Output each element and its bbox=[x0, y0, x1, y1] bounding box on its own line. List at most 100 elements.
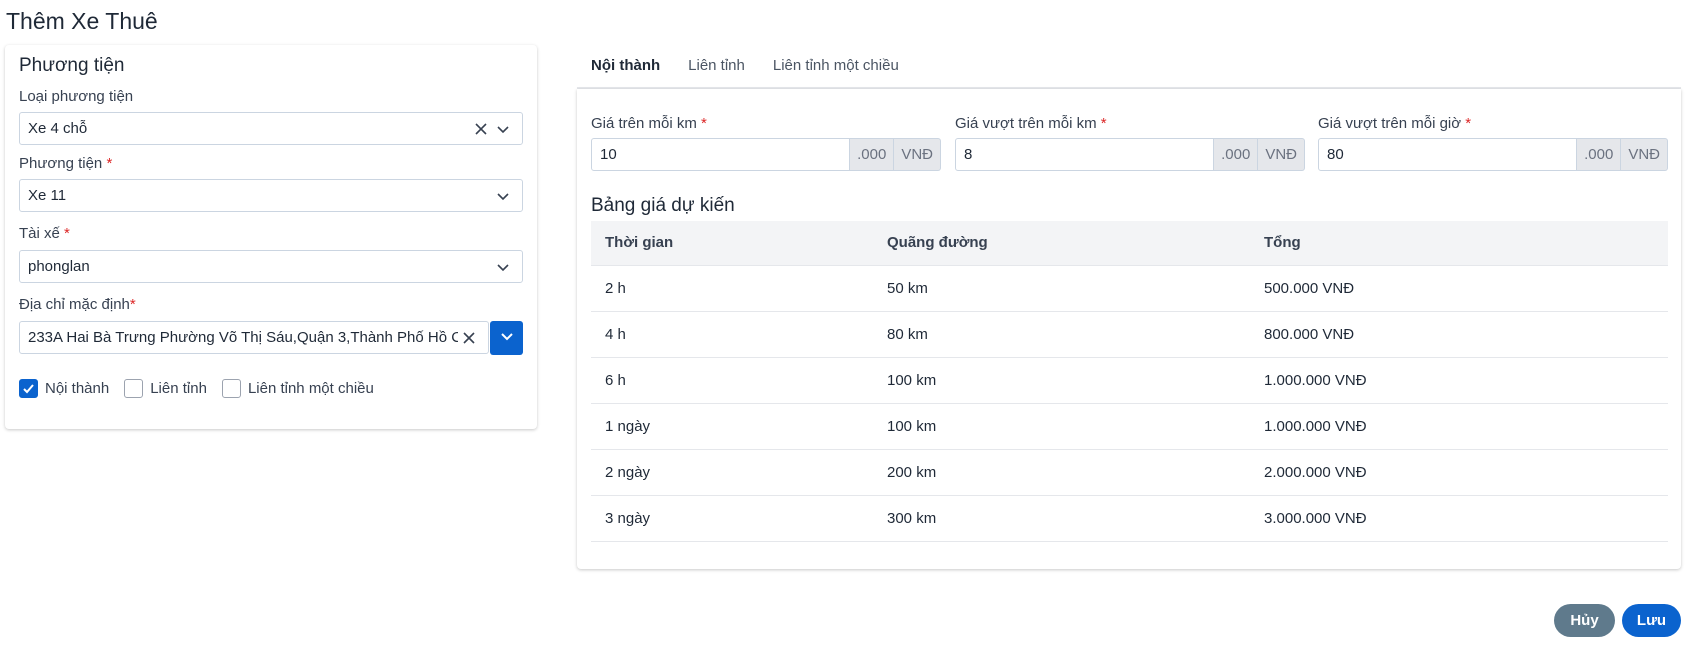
over-price-per-km-label: Giá vượt trên mỗi km * bbox=[955, 115, 1305, 132]
option-lien-tinh[interactable]: Liên tỉnh bbox=[124, 379, 207, 398]
tab-lien-tinh-mot-chieu[interactable]: Liên tỉnh một chiều bbox=[759, 46, 913, 89]
over-price-per-km-input[interactable]: 8 bbox=[955, 138, 1215, 171]
tab-bar: Nội thành Liên tỉnh Liên tỉnh một chiều bbox=[577, 46, 1681, 91]
address-label-text: Địa chỉ mặc định bbox=[19, 296, 130, 313]
over-price-per-km-input-row: 8 .000 VNĐ bbox=[955, 138, 1305, 171]
cancel-button[interactable]: Hủy bbox=[1554, 604, 1615, 637]
table-row: 6 h 100 km 1.000.000 VNĐ bbox=[591, 357, 1668, 404]
driver-label: Tài xế * bbox=[19, 225, 70, 242]
cell-time: 4 h bbox=[591, 311, 873, 358]
tab-noi-thanh[interactable]: Nội thành bbox=[577, 46, 675, 91]
tab-lien-tinh[interactable]: Liên tỉnh bbox=[674, 46, 759, 89]
address-value: 233A Hai Bà Trưng Phường Võ Thị Sáu,Quận… bbox=[28, 329, 458, 346]
table-header-row: Thời gian Quãng đường Tổng bbox=[591, 221, 1668, 266]
cell-time: 1 ngày bbox=[591, 403, 873, 450]
service-options: Nội thành Liên tỉnh Liên tỉnh một chiều bbox=[19, 379, 389, 398]
cell-distance: 300 km bbox=[873, 495, 1250, 542]
cell-total: 3.000.000 VNĐ bbox=[1250, 495, 1668, 542]
over-price-per-hour-label: Giá vượt trên mỗi giờ * bbox=[1318, 115, 1668, 132]
column-header-time: Thời gian bbox=[591, 221, 873, 266]
cell-time: 2 h bbox=[591, 265, 873, 312]
checkbox-noi-thanh[interactable] bbox=[19, 379, 38, 398]
cell-time: 6 h bbox=[591, 357, 873, 404]
cell-total: 800.000 VNĐ bbox=[1250, 311, 1668, 358]
decimal-suffix: .000 bbox=[1214, 138, 1259, 171]
option-label: Liên tỉnh một chiều bbox=[247, 380, 374, 397]
driver-value: phonglan bbox=[28, 258, 90, 275]
required-mark: * bbox=[64, 225, 70, 242]
option-noi-thanh[interactable]: Nội thành bbox=[19, 379, 109, 398]
label-text: Giá vượt trên mỗi giờ bbox=[1318, 115, 1462, 132]
chevron-down-icon bbox=[500, 329, 514, 348]
cell-time: 2 ngày bbox=[591, 449, 873, 496]
currency-suffix: VNĐ bbox=[894, 138, 941, 171]
required-mark: * bbox=[701, 115, 707, 132]
required-mark: * bbox=[1100, 115, 1107, 132]
cell-total: 1.000.000 VNĐ bbox=[1250, 403, 1668, 450]
price-per-km-input[interactable]: 10 bbox=[591, 138, 851, 171]
required-mark: * bbox=[1465, 115, 1472, 132]
chevron-down-icon[interactable] bbox=[492, 256, 514, 278]
currency-suffix: VNĐ bbox=[1258, 138, 1305, 171]
currency-suffix: VNĐ bbox=[1621, 138, 1668, 171]
label-text: Giá vượt trên mỗi km bbox=[955, 115, 1097, 132]
over-price-per-hour-input[interactable]: 80 bbox=[1318, 138, 1578, 171]
vehicle-type-value: Xe 4 chỗ bbox=[28, 120, 88, 137]
estimated-price-table: Thời gian Quãng đường Tổng 2 h 50 km 500… bbox=[591, 221, 1668, 542]
decimal-suffix: .000 bbox=[1577, 138, 1622, 171]
cell-distance: 200 km bbox=[873, 449, 1250, 496]
table-row: 2 ngày 200 km 2.000.000 VNĐ bbox=[591, 449, 1668, 496]
checkmark-icon bbox=[23, 384, 34, 394]
driver-label-text: Tài xế bbox=[19, 225, 60, 242]
pricing-panel: Giá trên mỗi km * 10 .000 VNĐ Giá vượt t… bbox=[577, 89, 1681, 569]
vehicle-card-title: Phương tiện bbox=[19, 55, 125, 76]
address-dropdown-button[interactable] bbox=[490, 321, 523, 355]
address-label: Địa chỉ mặc định* bbox=[19, 296, 136, 313]
cell-time: 3 ngày bbox=[591, 495, 873, 542]
required-mark: * bbox=[106, 155, 113, 172]
table-row: 1 ngày 100 km 1.000.000 VNĐ bbox=[591, 403, 1668, 450]
cell-distance: 100 km bbox=[873, 403, 1250, 450]
vehicle-select[interactable]: Xe 11 bbox=[19, 179, 523, 212]
column-header-distance: Quãng đường bbox=[873, 221, 1250, 266]
cell-total: 2.000.000 VNĐ bbox=[1250, 449, 1668, 496]
decimal-suffix: .000 bbox=[850, 138, 895, 171]
price-per-km-group: Giá trên mỗi km * 10 .000 VNĐ bbox=[591, 115, 941, 171]
price-per-km-input-row: 10 .000 VNĐ bbox=[591, 138, 941, 171]
label-text: Giá trên mỗi km bbox=[591, 115, 697, 132]
option-lien-tinh-mot-chieu[interactable]: Liên tỉnh một chiều bbox=[221, 379, 374, 398]
vehicle-type-select[interactable]: Xe 4 chỗ bbox=[19, 112, 523, 145]
estimated-price-table-title: Bảng giá dự kiến bbox=[591, 195, 735, 216]
option-label: Liên tỉnh bbox=[150, 380, 207, 397]
over-price-per-km-group: Giá vượt trên mỗi km * 8 .000 VNĐ bbox=[955, 115, 1305, 171]
over-price-per-hour-group: Giá vượt trên mỗi giờ * 80 .000 VNĐ bbox=[1318, 115, 1668, 171]
checkbox-lien-tinh[interactable] bbox=[124, 379, 144, 398]
cell-distance: 50 km bbox=[873, 265, 1250, 312]
over-price-per-hour-input-row: 80 .000 VNĐ bbox=[1318, 138, 1668, 171]
checkbox-lien-tinh-mot-chieu[interactable] bbox=[221, 379, 241, 398]
vehicle-value: Xe 11 bbox=[28, 187, 67, 204]
option-label: Nội thành bbox=[45, 380, 110, 397]
close-icon[interactable] bbox=[470, 118, 492, 140]
chevron-down-icon[interactable] bbox=[492, 118, 514, 140]
chevron-down-icon[interactable] bbox=[492, 185, 514, 207]
column-header-total: Tổng bbox=[1250, 221, 1668, 266]
table-row: 3 ngày 300 km 3.000.000 VNĐ bbox=[591, 495, 1668, 542]
vehicle-type-label-text: Loại phương tiện bbox=[19, 88, 134, 105]
page-title: Thêm Xe Thuê bbox=[6, 8, 158, 34]
driver-select[interactable]: phonglan bbox=[19, 250, 523, 283]
vehicle-label: Phương tiện * bbox=[19, 155, 112, 172]
vehicle-card: Phương tiện Loại phương tiện Xe 4 chỗ Ph… bbox=[5, 45, 537, 429]
price-per-km-label: Giá trên mỗi km * bbox=[591, 115, 941, 132]
vehicle-type-label: Loại phương tiện bbox=[19, 88, 133, 105]
address-input[interactable]: 233A Hai Bà Trưng Phường Võ Thị Sáu,Quận… bbox=[19, 321, 489, 354]
save-button[interactable]: Lưu bbox=[1622, 604, 1681, 637]
cell-total: 1.000.000 VNĐ bbox=[1250, 357, 1668, 404]
vehicle-label-text: Phương tiện bbox=[19, 155, 103, 172]
table-row: 2 h 50 km 500.000 VNĐ bbox=[591, 265, 1668, 312]
cell-distance: 100 km bbox=[873, 357, 1250, 404]
close-icon[interactable] bbox=[458, 327, 480, 349]
required-mark: * bbox=[129, 296, 136, 313]
cell-distance: 80 km bbox=[873, 311, 1250, 358]
cell-total: 500.000 VNĐ bbox=[1250, 265, 1668, 312]
